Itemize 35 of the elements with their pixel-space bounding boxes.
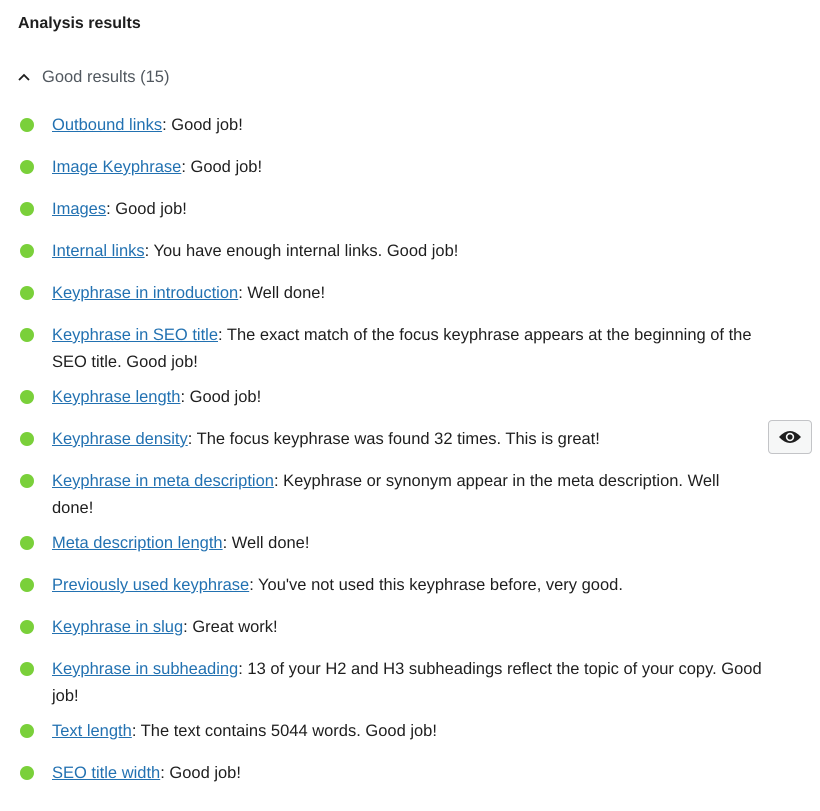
result-text: Keyphrase in slug: Great work! [52,617,279,638]
result-link[interactable]: Images [52,200,106,218]
result-text: Keyphrase in meta description: Keyphrase or synonym appear in the meta description. Well done! [52,471,720,519]
caret-up-icon [18,73,30,81]
result-link[interactable]: Keyphrase density [52,430,188,448]
result-text: Internal links: You have enough internal links. Good job! [52,241,460,262]
result-text: Image Keyphrase: Good job! [52,157,264,178]
result-link[interactable]: Text length [52,722,132,740]
result-link[interactable]: Meta description length [52,534,223,552]
result-text: Meta description length: Well done! [52,533,310,554]
result-link[interactable]: Keyphrase in meta description [52,472,274,490]
result-link[interactable]: Keyphrase in subheading [52,660,238,678]
result-text: Keyphrase in introduction: Well done! [52,283,326,304]
result-link[interactable]: Internal links [52,242,145,260]
highlight-button[interactable] [768,420,812,454]
result-text: Keyphrase density: The focus keyphrase was found 32 times. This is great! [52,429,601,450]
result-text: Images: Good job! [52,199,188,220]
result-text: SEO title width: Good job! [52,763,242,784]
result-link[interactable]: Image Keyphrase [52,158,182,176]
result-link[interactable]: SEO title width [52,764,160,782]
result-text: Text length: The text contains 5044 words. Good job! [52,721,438,742]
good-results-toggle[interactable]: Good results (15) [18,65,170,89]
eye-icon [778,429,802,445]
result-link[interactable]: Keyphrase in SEO title [52,326,218,344]
result-text: Keyphrase in subheading: 13 of your H2 and H3 subheadings reflect the topic of your copy. Good job! [52,659,762,707]
result-text: Outbound links: Good job! [52,115,244,136]
result-text: Keyphrase length: Good job! [52,387,262,408]
result-link[interactable]: Keyphrase in introduction [52,284,238,302]
result-link[interactable]: Outbound links [52,116,162,134]
result-link[interactable]: Keyphrase in slug [52,618,184,636]
result-link[interactable]: Keyphrase length [52,388,180,406]
result-link[interactable]: Previously used keyphrase [52,576,250,594]
section-heading: Analysis results [18,14,142,34]
result-text: Keyphrase in SEO title: The exact match of the focus keyphrase appears at the beginning of the SEO title. Good job! [52,325,753,373]
result-text: Previously used keyphrase: You've not used this keyphrase before, very good. [52,575,624,596]
